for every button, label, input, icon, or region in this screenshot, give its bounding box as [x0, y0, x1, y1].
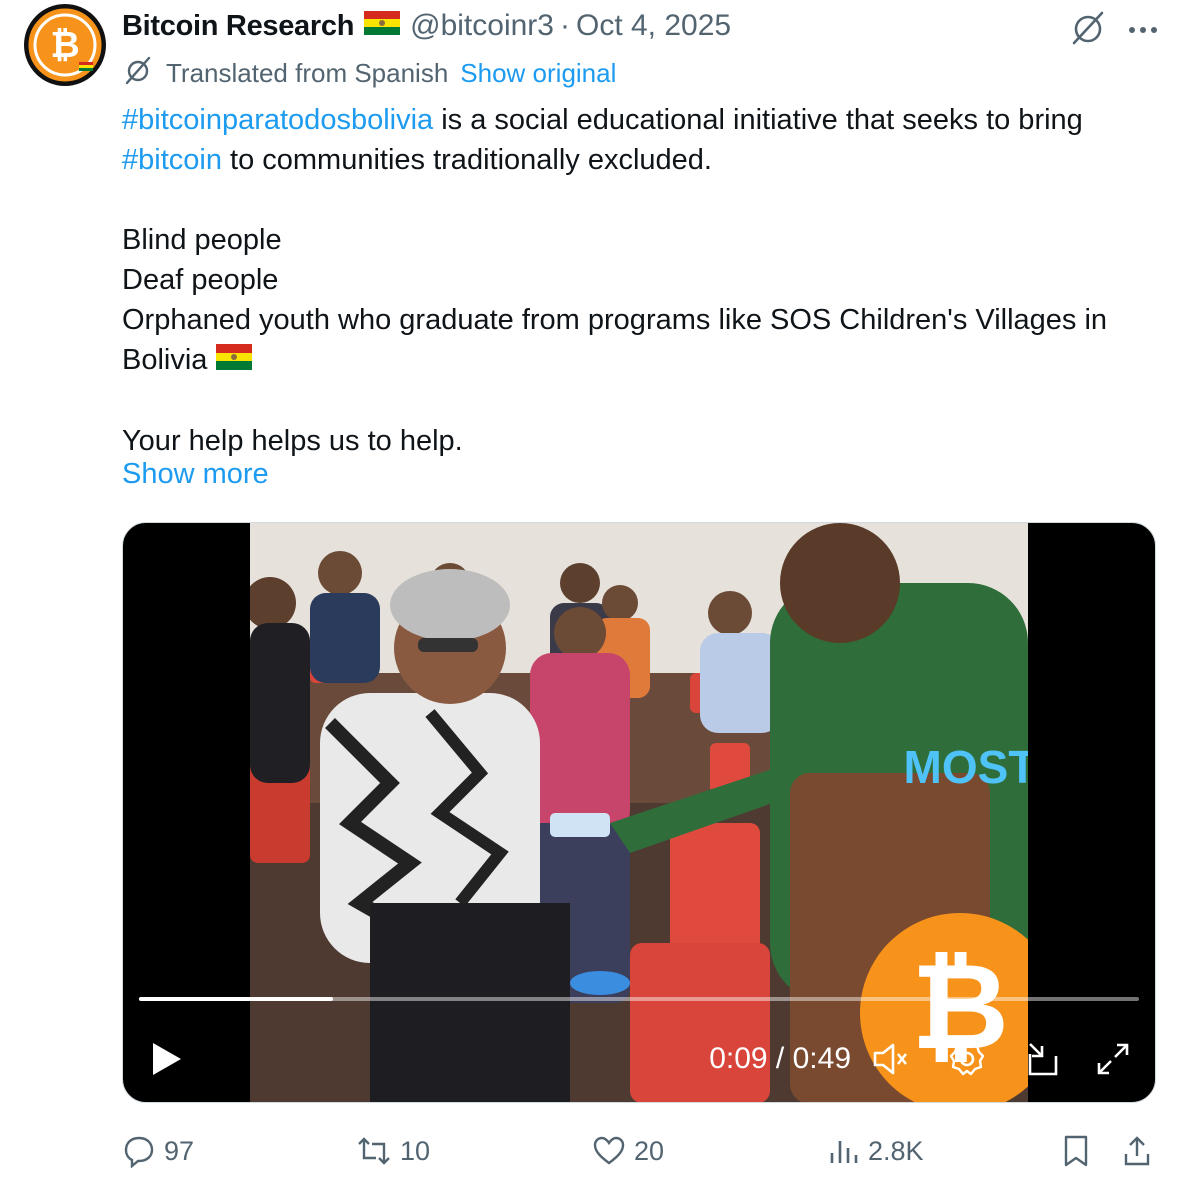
hashtag-bitcoin[interactable]: #bitcoin [122, 144, 222, 176]
repost-button[interactable]: 10 [356, 1126, 430, 1176]
reply-icon [124, 1136, 154, 1168]
show-more-link[interactable]: Show more [122, 458, 269, 491]
tweet-text: #bitcoinparatodosbolivia is a social edu… [122, 100, 1152, 461]
tweet-actions: 97 10 20 2.8K [122, 1126, 1162, 1176]
video-progress-bar[interactable] [139, 997, 1139, 1001]
repost-icon [358, 1137, 390, 1165]
duration: 0:49 [792, 1042, 851, 1075]
translation-note: Translated from Spanish [166, 57, 449, 88]
pip-button[interactable] [1021, 1039, 1065, 1079]
reply-count: 97 [164, 1135, 195, 1166]
shirt-text: MOST [904, 741, 1028, 793]
bolivia-flag-icon [215, 341, 252, 381]
avatar[interactable]: ₿ [24, 4, 106, 86]
share-button[interactable] [1122, 1126, 1152, 1176]
author-name[interactable]: Bitcoin Research [122, 10, 354, 43]
heart-icon [593, 1136, 625, 1165]
like-button[interactable]: 20 [592, 1126, 664, 1176]
repost-count: 10 [400, 1135, 431, 1166]
reply-button[interactable]: 97 [122, 1126, 194, 1176]
bookmark-button[interactable] [1062, 1126, 1090, 1176]
video-player[interactable]: MOST ₿ 0:09 / 0:49 [122, 522, 1156, 1103]
current-time: 0:09 [709, 1042, 768, 1075]
video-time: 0:09 / 0:49 [709, 1039, 851, 1079]
tweet-header: Bitcoin Research @bitcoinr3 · Oct 4, 202… [122, 6, 731, 46]
top-right-controls [1068, 8, 1158, 53]
more-options-icon[interactable] [1128, 22, 1158, 40]
play-icon [153, 1043, 181, 1075]
list-item: Deaf people [122, 264, 279, 296]
expand-icon [1097, 1043, 1129, 1075]
view-count: 2.8K [868, 1135, 924, 1166]
tweet-date[interactable]: Oct 4, 2025 [576, 9, 731, 43]
volume-muted-icon [873, 1043, 908, 1075]
share-icon [1124, 1136, 1150, 1166]
video-progress-fill [139, 997, 333, 1001]
views-button[interactable]: 2.8K [828, 1126, 924, 1176]
tweet-text-part: is a social educational initiative that … [433, 104, 1091, 136]
separator-dot: · [559, 9, 570, 42]
author-handle[interactable]: @bitcoinr3 [410, 9, 554, 43]
bolivia-flag-icon [364, 9, 401, 43]
list-item: Blind people [122, 224, 282, 256]
gear-icon [949, 1041, 985, 1076]
like-count: 20 [634, 1135, 665, 1166]
time-separator: / [775, 1042, 785, 1075]
fullscreen-button[interactable] [1091, 1039, 1135, 1079]
show-original-link[interactable]: Show original [460, 58, 616, 89]
translate-icon [122, 54, 154, 93]
closing-text: Your help helps us to help. [122, 425, 463, 458]
translation-bar: Translated from Spanish Show original [122, 56, 616, 90]
picture-in-picture-icon [1028, 1043, 1058, 1076]
hashtag-bitcoinparatodosbolivia[interactable]: #bitcoinparatodosbolivia [122, 104, 433, 136]
video-frame[interactable]: MOST ₿ [250, 523, 1028, 1102]
bookmark-icon [1064, 1135, 1088, 1167]
tweet-text-part: to communities traditionally excluded. [221, 144, 712, 176]
grok-icon[interactable] [1068, 8, 1108, 53]
svg-text:₿: ₿ [50, 24, 79, 65]
play-button[interactable] [149, 1039, 185, 1084]
video-still: MOST ₿ [250, 523, 1028, 1102]
list-item: Orphaned youth who graduate from program… [122, 304, 1116, 376]
settings-button[interactable] [945, 1039, 989, 1079]
mute-button[interactable] [869, 1039, 913, 1079]
bitcoin-logo: ₿ [25, 5, 105, 85]
analytics-icon [830, 1141, 858, 1163]
